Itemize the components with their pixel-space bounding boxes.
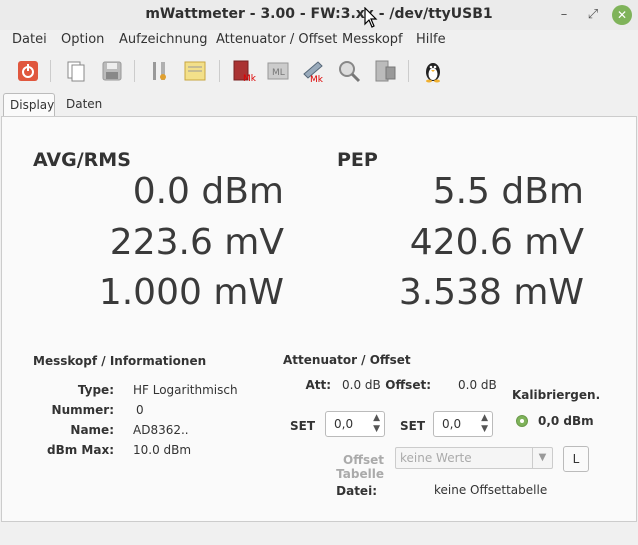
menu-attenuator-offset[interactable]: Attenuator / Offset xyxy=(216,32,337,47)
tab-display[interactable]: Display xyxy=(3,93,55,117)
notepad-icon[interactable] xyxy=(181,57,209,85)
datei-label: Datei: xyxy=(336,484,377,498)
offset-value: 0.0 dB xyxy=(458,378,497,392)
name-value: AD8362.. xyxy=(133,423,189,437)
svg-text:Mk: Mk xyxy=(243,74,256,84)
menu-hilfe[interactable]: Hilfe xyxy=(416,32,446,47)
dbm-max-value: 10.0 dBm xyxy=(133,443,192,457)
menu-option[interactable]: Option xyxy=(61,32,104,47)
datei-value: keine Offsettabelle xyxy=(434,483,548,497)
avg-rms-title: AVG/RMS xyxy=(33,149,131,171)
spin-up-icon[interactable]: ▲ xyxy=(481,413,488,423)
pep-title: PEP xyxy=(337,149,378,171)
dbm-max-label: dBm Max: xyxy=(47,443,114,457)
type-value: HF Logarithmisch xyxy=(133,383,238,397)
app-window: mWattmeter - 3.00 - FW:3.xx - /dev/ttyUS… xyxy=(0,0,638,545)
type-label: Type: xyxy=(77,383,114,397)
mouse-cursor-icon xyxy=(364,7,378,28)
window-title: mWattmeter - 3.00 - FW:3.xx - /dev/ttyUS… xyxy=(145,6,493,22)
mk-edit-icon[interactable]: Mk xyxy=(299,57,327,85)
spin-up-icon[interactable]: ▲ xyxy=(373,413,380,423)
avg-mw-value: 1.000 mW xyxy=(98,272,284,313)
svg-text:ML: ML xyxy=(272,68,285,78)
menu-messkopf[interactable]: Messkopf xyxy=(342,32,403,47)
offset-tabelle-value: keine Werte xyxy=(400,451,472,465)
offset-label: Offset: xyxy=(385,378,431,392)
load-table-button[interactable]: L xyxy=(563,446,589,472)
messkopf-section-title: Messkopf / Informationen xyxy=(33,354,207,368)
nummer-label: Nummer: xyxy=(51,403,114,417)
toolbar-separator xyxy=(50,60,51,82)
att-spin-value: 0,0 xyxy=(334,417,354,431)
offset-spinbox[interactable]: 0,0 ▲ ▼ xyxy=(433,411,493,437)
att-spinbox[interactable]: 0,0 ▲ ▼ xyxy=(325,411,385,437)
tux-icon[interactable] xyxy=(419,57,447,85)
offset-tabelle-select[interactable]: keine Werte ▼ xyxy=(395,447,553,469)
attenuator-section-title: Attenuator / Offset xyxy=(283,353,411,367)
restore-icon[interactable]: ⤢ xyxy=(583,5,603,25)
toolbar-separator xyxy=(408,60,409,82)
spin-down-icon[interactable]: ▼ xyxy=(373,424,380,434)
avg-mv-value: 223.6 mV xyxy=(109,222,284,263)
copy-icon[interactable] xyxy=(62,57,90,85)
nummer-value: 0 xyxy=(136,403,144,417)
menu-aufzeichnung[interactable]: Aufzeichnung xyxy=(119,32,208,47)
svg-text:Mk: Mk xyxy=(310,75,324,84)
pep-dbm-value: 5.5 dBm xyxy=(432,171,584,212)
offset-tabelle-label: Offset Tabelle xyxy=(336,453,384,481)
minimize-icon[interactable]: – xyxy=(554,5,574,25)
chevron-down-icon[interactable]: ▼ xyxy=(532,448,552,468)
close-icon[interactable]: ✕ xyxy=(612,5,632,25)
tools-icon[interactable] xyxy=(146,57,174,85)
title-bar: mWattmeter - 3.00 - FW:3.xx - /dev/ttyUS… xyxy=(0,0,638,30)
magnifier-icon[interactable] xyxy=(335,57,363,85)
pep-mw-value: 3.538 mW xyxy=(398,272,584,313)
pep-mv-value: 420.6 mV xyxy=(409,222,584,263)
display-panel: AVG/RMS 0.0 dBm 223.6 mV 1.000 mW PEP 5.… xyxy=(1,116,637,522)
kalibriergen-value: 0,0 dBm xyxy=(538,414,594,428)
menu-bar: Datei Option Aufzeichnung Attenuator / O… xyxy=(0,30,638,50)
toolbar-separator xyxy=(134,60,135,82)
toolbar: Mk ML Mk xyxy=(0,52,638,90)
kalibriergen-radio[interactable] xyxy=(516,415,528,427)
tab-daten[interactable]: Daten xyxy=(60,93,110,117)
avg-dbm-value: 0.0 dBm xyxy=(132,171,284,212)
offset-spin-value: 0,0 xyxy=(442,417,462,431)
device-icon[interactable] xyxy=(371,57,399,85)
att-label: Att: xyxy=(305,378,331,392)
record-book-icon[interactable]: Mk xyxy=(229,57,257,85)
ml-icon[interactable]: ML xyxy=(264,57,292,85)
att-set-label: SET xyxy=(290,419,316,433)
name-label: Name: xyxy=(70,423,114,437)
kalibriergen-label: Kalibriergen. xyxy=(512,388,601,402)
tab-bar: Display Daten xyxy=(0,93,638,117)
power-icon[interactable] xyxy=(14,57,42,85)
save-icon[interactable] xyxy=(98,57,126,85)
att-value: 0.0 dB xyxy=(342,378,381,392)
offset-set-label: SET xyxy=(400,419,426,433)
toolbar-separator xyxy=(219,60,220,82)
spin-down-icon[interactable]: ▼ xyxy=(481,424,488,434)
menu-datei[interactable]: Datei xyxy=(12,32,47,47)
